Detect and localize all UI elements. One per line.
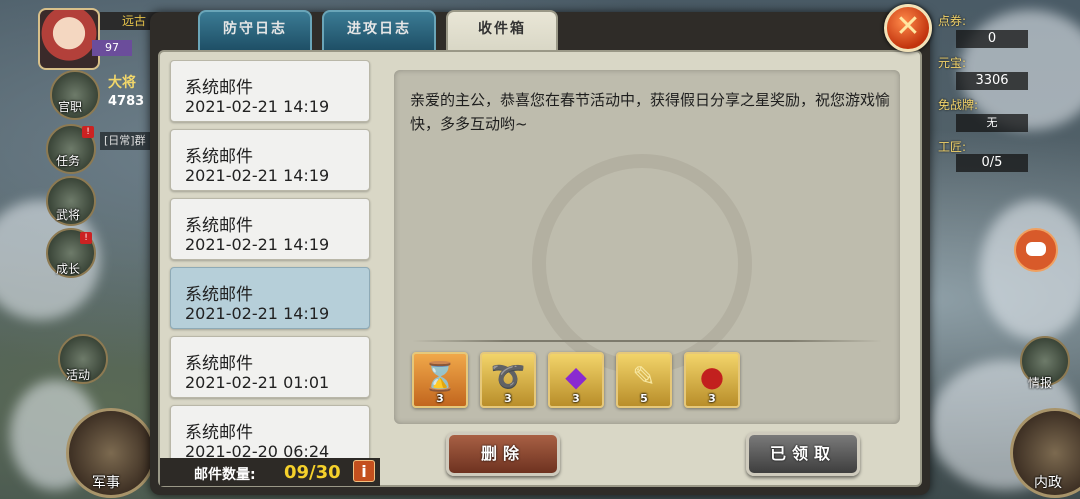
mail-content: 亲爱的主公，恭喜您在春节活动中，获得假日分享之星奖励，祝您游戏愉快，多多互动哟~… <box>394 70 900 424</box>
craftsman-value: 0/5 <box>956 154 1028 172</box>
attachment-qty: 3 <box>436 392 444 405</box>
mail-date: 2021-02-21 14:19 <box>185 235 330 254</box>
attachment-item[interactable]: ✎ 5 <box>616 352 672 408</box>
truce-value: 无 <box>956 114 1028 132</box>
attachment-qty: 3 <box>708 392 716 405</box>
mail-item[interactable]: 系统邮件 2021-02-21 01:01 <box>170 336 370 398</box>
attachment-qty: 3 <box>572 392 580 405</box>
mail-message: 亲爱的主公，恭喜您在春节活动中，获得假日分享之星奖励，祝您游戏愉快，多多互动哟~ <box>410 91 891 133</box>
mail-date: 2021-02-21 14:19 <box>185 97 330 116</box>
mail-count-value: 09/30 <box>284 462 341 483</box>
info-icon[interactable]: i <box>353 460 375 482</box>
mail-date: 2021-02-21 01:01 <box>185 373 330 392</box>
attachment-qty: 5 <box>640 392 648 405</box>
mail-title: 系统邮件 <box>185 216 253 236</box>
rank-label: 大将 <box>108 75 136 91</box>
delete-button[interactable]: 删除 <box>446 432 560 476</box>
mail-title: 系统邮件 <box>185 147 253 167</box>
coupon-value: 0 <box>956 30 1028 48</box>
attachment-item[interactable]: ➰ 3 <box>480 352 536 408</box>
tab-defense-log[interactable]: 防守日志 <box>198 10 312 50</box>
mail-count-label: 邮件数量: <box>194 467 256 483</box>
ingot-value: 3306 <box>956 72 1028 90</box>
mail-title: 系统邮件 <box>185 423 253 443</box>
mail-list[interactable]: 系统邮件 2021-02-21 14:19 系统邮件 2021-02-21 14… <box>168 60 372 460</box>
task-label: 任务 <box>56 154 81 168</box>
growth-alert-badge: ! <box>80 232 92 244</box>
red-gem-icon: ● <box>699 360 725 393</box>
claimed-button[interactable]: 已领取 <box>746 432 860 476</box>
coupon-label: 点券: <box>938 14 967 28</box>
mail-item[interactable]: 系统邮件 2021-02-20 06:24 <box>170 405 370 460</box>
attachment-item[interactable]: ◆ 3 <box>548 352 604 408</box>
ingot-label: 元宝: <box>938 56 967 70</box>
mail-item[interactable]: 系统邮件 2021-02-21 14:19 <box>170 198 370 260</box>
divider <box>412 340 882 342</box>
mail-title: 系统邮件 <box>185 285 253 305</box>
close-x-icon[interactable]: ✕ <box>884 4 932 52</box>
mail-date: 2021-02-21 14:19 <box>185 166 330 185</box>
truce-label: 免战牌: <box>938 98 979 112</box>
craftsman-label: 工匠: <box>938 140 967 154</box>
mail-title: 系统邮件 <box>185 354 253 374</box>
intel-label: 情报 <box>1028 376 1053 390</box>
general-label: 武将 <box>56 208 81 222</box>
left-hud: 远古 97 官职 大将 4783 ! 任务 [日常]群 武将 ! 成长 活动 军… <box>0 0 164 499</box>
official-rank-label: 官职 <box>58 100 83 114</box>
chat-icon[interactable] <box>1014 228 1058 272</box>
scroll-icon: ✎ <box>632 360 656 393</box>
tab-inbox[interactable]: 收件箱 <box>446 10 558 50</box>
mail-count-bar: 邮件数量: 09/30 i <box>160 458 380 486</box>
domestic-label: 内政 <box>1034 475 1062 491</box>
attachment-item[interactable]: ⌛ 3 <box>412 352 468 408</box>
rank-value: 4783 <box>108 94 145 109</box>
attachment-qty: 3 <box>504 392 512 405</box>
attachment-item[interactable]: ● 3 <box>684 352 740 408</box>
rope-icon: ➰ <box>490 360 526 393</box>
activity-label: 活动 <box>66 368 91 382</box>
player-avatar[interactable] <box>38 8 100 70</box>
mail-title: 系统邮件 <box>185 78 253 98</box>
player-level: 97 <box>92 40 132 56</box>
hourglass-icon: ⌛ <box>422 360 458 393</box>
mail-date: 2021-02-21 14:19 <box>185 304 330 323</box>
mail-item[interactable]: 系统邮件 2021-02-21 14:19 <box>170 129 370 191</box>
mail-item-selected[interactable]: 系统邮件 2021-02-21 14:19 <box>170 267 370 329</box>
military-label: 军事 <box>92 475 120 491</box>
purple-gem-icon: ◆ <box>565 360 587 393</box>
mail-item[interactable]: 系统邮件 2021-02-21 14:19 <box>170 60 370 122</box>
task-alert-badge: ! <box>82 126 94 138</box>
tab-attack-log[interactable]: 进攻日志 <box>322 10 436 50</box>
right-hud: 点券: 0 元宝: 3306 免战牌: 无 工匠: 0/5 情报 内政 <box>930 0 1080 499</box>
growth-label: 成长 <box>56 262 81 276</box>
